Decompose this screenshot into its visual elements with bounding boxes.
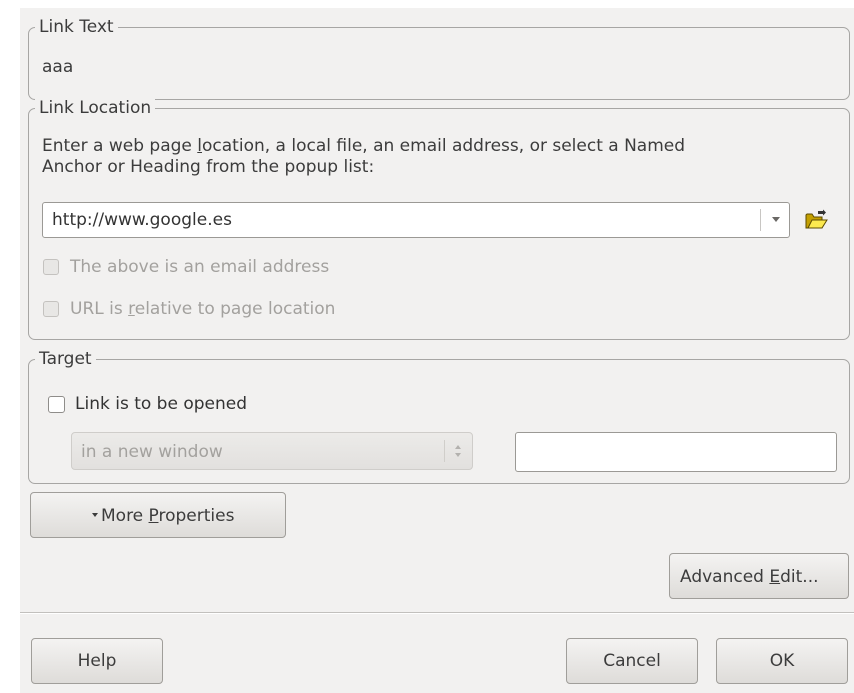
folder-open-icon[interactable]: [804, 209, 828, 231]
window-select-value: in a new window: [81, 442, 223, 462]
help-button[interactable]: Help: [31, 638, 163, 684]
frame-name-input[interactable]: [515, 432, 837, 472]
advanced-edit-label: Advanced Edit...: [680, 567, 819, 587]
link-text-title: Link Text: [35, 17, 118, 37]
link-location-description-line1: Enter a web page location, a local file,…: [42, 136, 686, 156]
link-opened-label: Link is to be opened: [75, 394, 248, 414]
target-title: Target: [35, 349, 96, 369]
help-label: Help: [77, 651, 117, 671]
link-location-description-line2: Anchor or Heading from the popup list:: [42, 157, 375, 177]
email-address-checkbox[interactable]: [43, 259, 59, 275]
link-opened-checkbox[interactable]: [48, 396, 65, 413]
footer-separator: [20, 612, 854, 614]
ok-label: OK: [769, 651, 795, 671]
url-input[interactable]: http://www.google.es: [52, 209, 232, 231]
link-location-title: Link Location: [35, 98, 156, 118]
link-text-value: aaa: [42, 57, 74, 77]
more-properties-label: More Properties: [101, 506, 235, 526]
cancel-button[interactable]: Cancel: [566, 638, 698, 684]
link-location-group: Link Location Enter a web page location,…: [28, 98, 850, 340]
link-properties-dialog: Link Text aaa Link Location Enter a web …: [20, 8, 854, 693]
spin-arrows-icon[interactable]: [453, 441, 463, 461]
link-text-group: Link Text aaa: [28, 17, 850, 100]
expander-arrow-icon: [92, 513, 98, 517]
url-dropdown-separator: [760, 209, 761, 231]
advanced-edit-button[interactable]: Advanced Edit...: [669, 553, 849, 599]
cancel-label: Cancel: [603, 651, 661, 671]
email-address-label: The above is an email address: [70, 257, 330, 277]
target-group: Target Link is to be opened in a new win…: [28, 349, 850, 484]
relative-url-label: URL is relative to page location: [70, 299, 336, 319]
window-select[interactable]: in a new window: [71, 432, 473, 470]
ok-button[interactable]: OK: [716, 638, 848, 684]
more-properties-button[interactable]: More Properties: [30, 492, 286, 538]
url-combobox[interactable]: http://www.google.es: [42, 202, 790, 238]
relative-url-checkbox[interactable]: [43, 301, 59, 317]
window-select-separator: [444, 440, 445, 462]
chevron-down-icon[interactable]: [772, 217, 780, 222]
